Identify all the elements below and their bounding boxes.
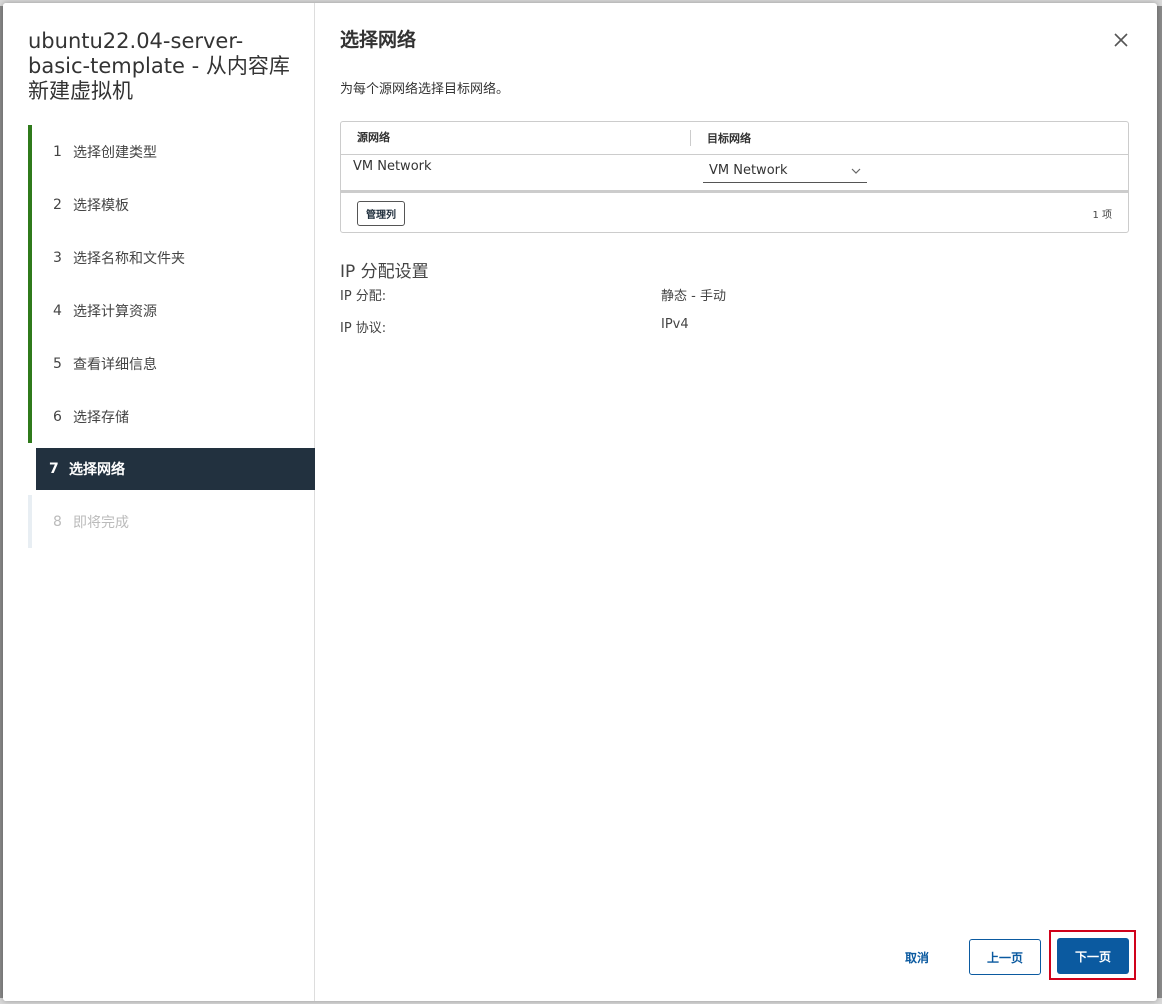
- wizard-sidebar: ubuntu22.04-server-basic-template - 从内容库…: [3, 3, 315, 1001]
- column-header-source[interactable]: 源网络: [341, 130, 691, 146]
- step-number: 1: [53, 143, 62, 160]
- step-label: 选择模板: [73, 197, 129, 214]
- step-label: 即将完成: [73, 514, 129, 531]
- step-label: 查看详细信息: [73, 356, 157, 373]
- select-value: VM Network: [709, 163, 788, 178]
- chevron-down-icon: [851, 161, 861, 188]
- ip-allocation-value: 静态 - 手动: [661, 289, 726, 304]
- close-button[interactable]: [1110, 30, 1132, 52]
- back-button[interactable]: 上一页: [969, 939, 1041, 975]
- target-network-select[interactable]: VM Network: [703, 161, 867, 183]
- page-subtitle: 为每个源网络选择目标网络。: [340, 82, 510, 97]
- wizard-content: 选择网络 为每个源网络选择目标网络。 源网络 目标网络 VM Network V…: [315, 3, 1157, 1001]
- source-network-cell: VM Network: [353, 159, 432, 174]
- ip-section-title: IP 分配设置: [340, 262, 429, 282]
- step-6[interactable]: 6 选择存储: [28, 390, 315, 443]
- step-label: 选择名称和文件夹: [73, 250, 185, 267]
- ip-protocol-label: IP 协议:: [340, 321, 387, 336]
- step-5[interactable]: 5 查看详细信息: [28, 337, 315, 390]
- step-number: 7: [49, 461, 59, 477]
- step-2[interactable]: 2 选择模板: [28, 178, 315, 231]
- step-8-disabled: 8 即将完成: [28, 495, 315, 548]
- target-network-cell: VM Network: [691, 155, 867, 190]
- step-number: 5: [53, 355, 62, 372]
- column-header-target[interactable]: 目标网络: [691, 130, 751, 146]
- step-label: 选择存储: [73, 409, 129, 426]
- wizard-title: ubuntu22.04-server-basic-template - 从内容库…: [28, 29, 290, 103]
- table-row[interactable]: VM Network VM Network: [341, 155, 1128, 191]
- ip-protocol-value: IPv4: [661, 317, 689, 332]
- wizard-dialog: ubuntu22.04-server-basic-template - 从内容库…: [3, 3, 1157, 1001]
- grid-footer: 管理列 1 项: [341, 191, 1128, 233]
- ip-protocol-row: IP 协议: IPv4: [340, 317, 689, 336]
- ip-allocation-label: IP 分配:: [340, 289, 387, 304]
- ip-allocation-row: IP 分配: 静态 - 手动: [340, 285, 726, 304]
- grid-header: 源网络 目标网络: [341, 122, 1128, 155]
- step-label: 选择创建类型: [73, 144, 157, 161]
- step-number: 3: [53, 249, 62, 266]
- step-number: 2: [53, 196, 62, 213]
- close-icon: [1114, 33, 1128, 47]
- manage-columns-button[interactable]: 管理列: [357, 200, 405, 226]
- page-title: 选择网络: [340, 29, 417, 51]
- wizard-steps: 1 选择创建类型 2 选择模板 3 选择名称和文件夹 4 选择计算资源 5 查看详细信息 …: [28, 125, 315, 548]
- step-3[interactable]: 3 选择名称和文件夹: [28, 231, 315, 284]
- step-label: 选择网络: [69, 462, 125, 478]
- step-number: 6: [53, 408, 62, 425]
- step-number: 8: [53, 513, 62, 530]
- cancel-button[interactable]: 取消: [887, 939, 947, 975]
- item-count: 1 项: [1092, 209, 1112, 221]
- step-1[interactable]: 1 选择创建类型: [28, 125, 315, 178]
- next-button[interactable]: 下一页: [1057, 938, 1129, 974]
- step-label: 选择计算资源: [73, 303, 157, 320]
- step-7-active[interactable]: 7 选择网络: [36, 448, 315, 490]
- network-mapping-grid: 源网络 目标网络 VM Network VM Network 管理列 1 项: [340, 121, 1129, 233]
- step-number: 4: [53, 302, 62, 319]
- step-4[interactable]: 4 选择计算资源: [28, 284, 315, 337]
